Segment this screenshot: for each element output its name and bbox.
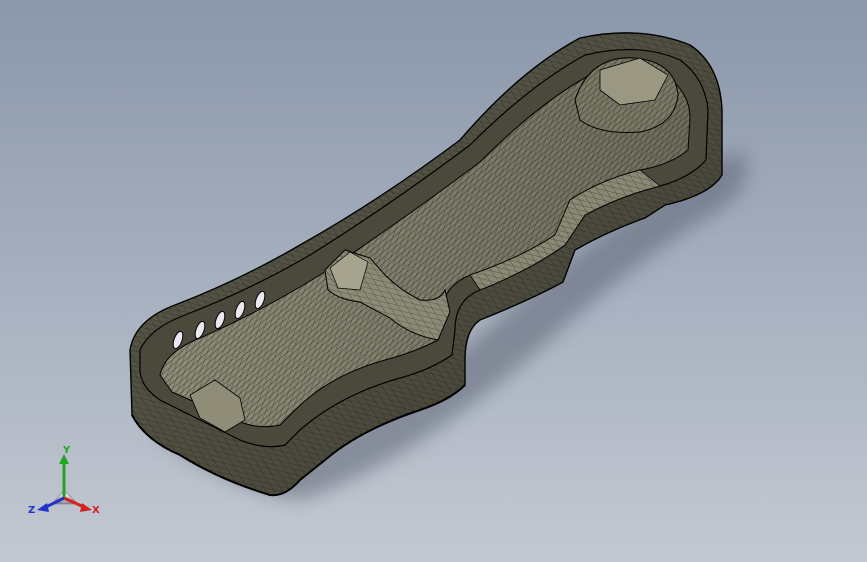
y-axis-label: Y [63, 445, 71, 456]
coordinate-triad: Y X Z [22, 446, 106, 526]
x-axis-arrowhead [80, 503, 92, 512]
x-axis-label: X [92, 505, 100, 516]
graphics-viewport[interactable]: Y X Z [0, 0, 867, 562]
z-axis-arrowhead [37, 503, 49, 512]
z-axis-label: Z [28, 505, 36, 516]
handle-model[interactable] [0, 0, 867, 562]
